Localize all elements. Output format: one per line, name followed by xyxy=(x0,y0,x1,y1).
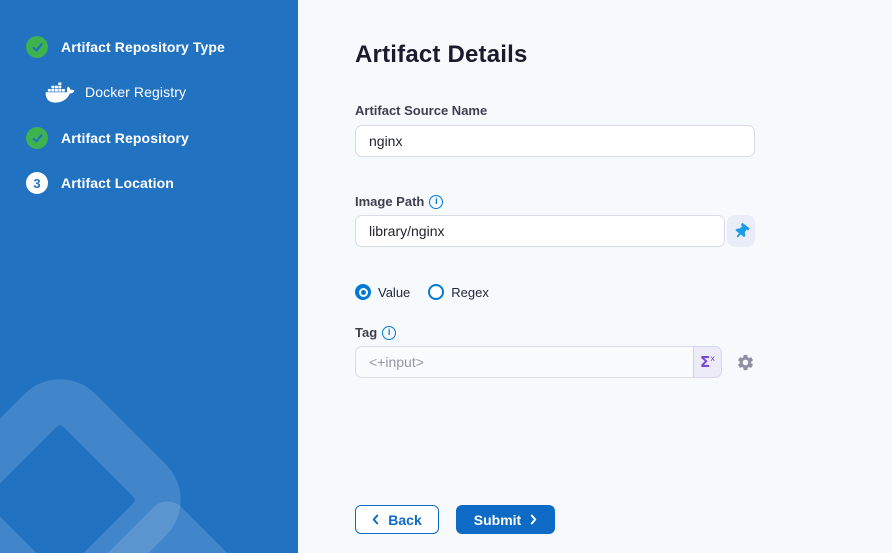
radio-option-regex[interactable]: Regex xyxy=(428,284,489,300)
step-complete-check-icon xyxy=(26,36,48,58)
back-button[interactable]: Back xyxy=(355,505,439,534)
step-artifact-location[interactable]: 3 Artifact Location xyxy=(0,172,298,194)
step-number-badge: 3 xyxy=(26,172,48,194)
artifact-details-panel: Artifact Details Artifact Source Name Im… xyxy=(298,0,892,553)
radio-regex-label: Regex xyxy=(451,285,489,300)
info-icon[interactable]: i xyxy=(382,326,396,340)
tag-mode-radio-group: Value Regex xyxy=(355,284,755,300)
tag-label-row: Tag i xyxy=(355,325,755,340)
pin-button[interactable] xyxy=(727,215,755,247)
wizard-footer-buttons: Back Submit xyxy=(355,505,555,534)
back-button-label: Back xyxy=(388,512,421,528)
wizard-sidebar: Artifact Repository Type Docker Registry… xyxy=(0,0,298,553)
step-label: Docker Registry xyxy=(85,84,186,100)
chevron-right-icon xyxy=(530,514,537,525)
page-title: Artifact Details xyxy=(355,41,755,69)
step-label: Artifact Location xyxy=(61,175,174,191)
submit-button[interactable]: Submit xyxy=(456,505,555,534)
tag-label: Tag xyxy=(355,325,377,340)
radio-regex-unselected[interactable] xyxy=(428,284,444,300)
submit-button-label: Submit xyxy=(474,512,521,528)
runtime-input-sigma-button[interactable]: Σx xyxy=(693,346,722,378)
sigma-icon: Σ xyxy=(700,353,710,371)
step-artifact-repository-type[interactable]: Artifact Repository Type xyxy=(0,36,298,58)
docker-whale-icon xyxy=(45,81,75,103)
image-path-input[interactable] xyxy=(355,215,725,247)
step-complete-check-icon xyxy=(26,127,48,149)
step-docker-registry[interactable]: Docker Registry xyxy=(0,81,298,103)
image-path-label: Image Path xyxy=(355,194,424,209)
step-artifact-repository[interactable]: Artifact Repository xyxy=(0,127,298,149)
step-label: Artifact Repository xyxy=(61,130,189,146)
settings-gear-icon[interactable] xyxy=(736,353,755,372)
artifact-source-name-input[interactable] xyxy=(355,125,755,157)
artifact-source-name-label: Artifact Source Name xyxy=(355,103,755,118)
image-path-row xyxy=(355,215,755,247)
tag-input xyxy=(355,346,694,378)
radio-value-label: Value xyxy=(378,285,410,300)
radio-value-selected[interactable] xyxy=(355,284,371,300)
pin-icon xyxy=(735,224,748,239)
radio-option-value[interactable]: Value xyxy=(355,284,410,300)
wizard-steps: Artifact Repository Type Docker Registry… xyxy=(0,0,298,194)
step-label: Artifact Repository Type xyxy=(61,39,225,55)
artifact-details-form: Artifact Details Artifact Source Name Im… xyxy=(355,0,755,378)
image-path-label-row: Image Path i xyxy=(355,194,755,209)
info-icon[interactable]: i xyxy=(429,195,443,209)
tag-row: Σx xyxy=(355,346,755,378)
chevron-left-icon xyxy=(372,514,379,525)
